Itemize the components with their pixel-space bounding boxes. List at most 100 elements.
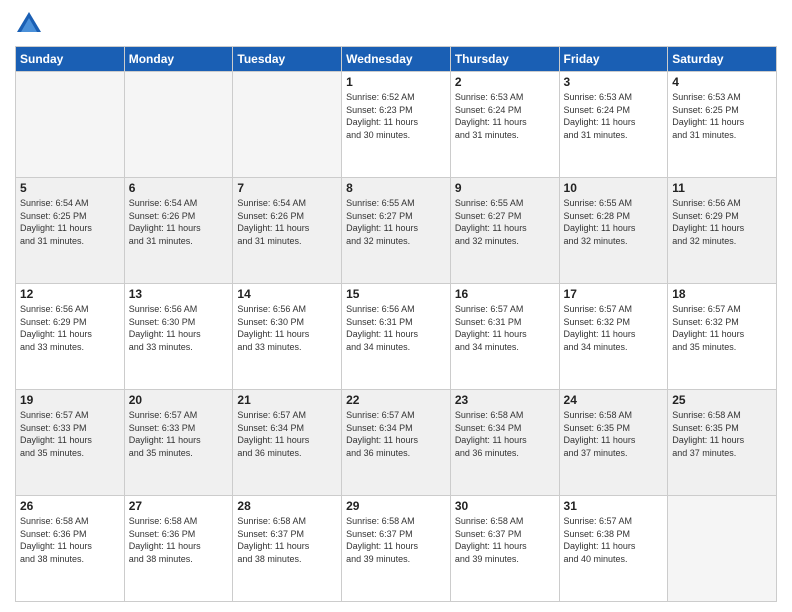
day-number: 12	[20, 287, 120, 301]
day-info: Sunrise: 6:53 AM Sunset: 6:24 PM Dayligh…	[564, 91, 664, 141]
calendar-cell: 25 Sunrise: 6:58 AM Sunset: 6:35 PM Dayli…	[668, 390, 777, 496]
calendar-cell: 7Sunrise: 6:54 AM Sunset: 6:26 PM Daylig…	[233, 178, 342, 284]
day-info: Sunrise: 6:53 AM Sunset: 6:25 PM Dayligh…	[672, 91, 772, 141]
day-number: 27	[129, 499, 229, 513]
day-number: 13	[129, 287, 229, 301]
day-number: 15	[346, 287, 446, 301]
day-info: Sunrise: 6:57 AM Sunset: 6:32 PM Dayligh…	[564, 303, 664, 353]
calendar-cell: 12 Sunrise: 6:56 AM Sunset: 6:29 PM Dayli…	[16, 284, 125, 390]
day-number: 18	[672, 287, 772, 301]
calendar-cell: 13Sunrise: 6:56 AM Sunset: 6:30 PM Dayli…	[124, 284, 233, 390]
day-info: Sunrise: 6:58 AM Sunset: 6:37 PM Dayligh…	[455, 515, 555, 565]
calendar-cell: 27 Sunrise: 6:58 AM Sunset: 6:36 PM Dayli…	[124, 496, 233, 602]
calendar-cell: 3 Sunrise: 6:53 AM Sunset: 6:24 PM Daylig…	[559, 72, 668, 178]
calendar-week-3: 19 Sunrise: 6:57 AM Sunset: 6:33 PM Dayli…	[16, 390, 777, 496]
calendar-header-wednesday: Wednesday	[342, 47, 451, 72]
calendar-cell: 24Sunrise: 6:58 AM Sunset: 6:35 PM Dayli…	[559, 390, 668, 496]
calendar-week-2: 12 Sunrise: 6:56 AM Sunset: 6:29 PM Dayli…	[16, 284, 777, 390]
calendar-cell: 1Sunrise: 6:52 AM Sunset: 6:23 PM Daylig…	[342, 72, 451, 178]
calendar-cell: 5 Sunrise: 6:54 AM Sunset: 6:25 PM Daylig…	[16, 178, 125, 284]
calendar-cell: 18 Sunrise: 6:57 AM Sunset: 6:32 PM Dayli…	[668, 284, 777, 390]
day-info: Sunrise: 6:57 AM Sunset: 6:38 PM Dayligh…	[564, 515, 664, 565]
logo-icon	[15, 10, 43, 38]
calendar-cell: 8Sunrise: 6:55 AM Sunset: 6:27 PM Daylig…	[342, 178, 451, 284]
day-info: Sunrise: 6:57 AM Sunset: 6:31 PM Dayligh…	[455, 303, 555, 353]
calendar-cell: 15 Sunrise: 6:56 AM Sunset: 6:31 PM Dayli…	[342, 284, 451, 390]
day-number: 25	[672, 393, 772, 407]
day-info: Sunrise: 6:57 AM Sunset: 6:33 PM Dayligh…	[20, 409, 120, 459]
day-number: 22	[346, 393, 446, 407]
calendar-cell	[233, 72, 342, 178]
day-number: 20	[129, 393, 229, 407]
day-info: Sunrise: 6:55 AM Sunset: 6:27 PM Dayligh…	[346, 197, 446, 247]
calendar-cell: 6 Sunrise: 6:54 AM Sunset: 6:26 PM Daylig…	[124, 178, 233, 284]
calendar-header-monday: Monday	[124, 47, 233, 72]
day-info: Sunrise: 6:58 AM Sunset: 6:35 PM Dayligh…	[564, 409, 664, 459]
calendar-cell	[124, 72, 233, 178]
day-info: Sunrise: 6:54 AM Sunset: 6:25 PM Dayligh…	[20, 197, 120, 247]
calendar-header-tuesday: Tuesday	[233, 47, 342, 72]
calendar-cell	[16, 72, 125, 178]
day-number: 29	[346, 499, 446, 513]
day-number: 2	[455, 75, 555, 89]
day-info: Sunrise: 6:57 AM Sunset: 6:32 PM Dayligh…	[672, 303, 772, 353]
day-number: 6	[129, 181, 229, 195]
calendar-cell: 29 Sunrise: 6:58 AM Sunset: 6:37 PM Dayli…	[342, 496, 451, 602]
day-number: 28	[237, 499, 337, 513]
calendar-header-saturday: Saturday	[668, 47, 777, 72]
day-info: Sunrise: 6:54 AM Sunset: 6:26 PM Dayligh…	[237, 197, 337, 247]
day-number: 19	[20, 393, 120, 407]
day-number: 11	[672, 181, 772, 195]
calendar-header-friday: Friday	[559, 47, 668, 72]
calendar-header-row: SundayMondayTuesdayWednesdayThursdayFrid…	[16, 47, 777, 72]
day-number: 30	[455, 499, 555, 513]
calendar-week-4: 26 Sunrise: 6:58 AM Sunset: 6:36 PM Dayli…	[16, 496, 777, 602]
calendar-cell: 26 Sunrise: 6:58 AM Sunset: 6:36 PM Dayli…	[16, 496, 125, 602]
calendar-cell: 11Sunrise: 6:56 AM Sunset: 6:29 PM Dayli…	[668, 178, 777, 284]
calendar-cell: 14 Sunrise: 6:56 AM Sunset: 6:30 PM Dayli…	[233, 284, 342, 390]
day-number: 23	[455, 393, 555, 407]
calendar-week-1: 5 Sunrise: 6:54 AM Sunset: 6:25 PM Daylig…	[16, 178, 777, 284]
calendar-header-sunday: Sunday	[16, 47, 125, 72]
calendar-cell	[668, 496, 777, 602]
day-info: Sunrise: 6:56 AM Sunset: 6:30 PM Dayligh…	[237, 303, 337, 353]
calendar-cell: 16 Sunrise: 6:57 AM Sunset: 6:31 PM Dayli…	[450, 284, 559, 390]
calendar-cell: 30 Sunrise: 6:58 AM Sunset: 6:37 PM Dayli…	[450, 496, 559, 602]
calendar-cell: 20Sunrise: 6:57 AM Sunset: 6:33 PM Dayli…	[124, 390, 233, 496]
calendar-cell: 9Sunrise: 6:55 AM Sunset: 6:27 PM Daylig…	[450, 178, 559, 284]
day-info: Sunrise: 6:54 AM Sunset: 6:26 PM Dayligh…	[129, 197, 229, 247]
calendar-cell: 4 Sunrise: 6:53 AM Sunset: 6:25 PM Daylig…	[668, 72, 777, 178]
day-number: 5	[20, 181, 120, 195]
day-info: Sunrise: 6:56 AM Sunset: 6:31 PM Dayligh…	[346, 303, 446, 353]
calendar-header-thursday: Thursday	[450, 47, 559, 72]
day-info: Sunrise: 6:58 AM Sunset: 6:36 PM Dayligh…	[20, 515, 120, 565]
day-info: Sunrise: 6:58 AM Sunset: 6:37 PM Dayligh…	[346, 515, 446, 565]
day-number: 14	[237, 287, 337, 301]
day-info: Sunrise: 6:58 AM Sunset: 6:36 PM Dayligh…	[129, 515, 229, 565]
day-number: 31	[564, 499, 664, 513]
day-number: 1	[346, 75, 446, 89]
calendar-cell: 19 Sunrise: 6:57 AM Sunset: 6:33 PM Dayli…	[16, 390, 125, 496]
day-info: Sunrise: 6:58 AM Sunset: 6:34 PM Dayligh…	[455, 409, 555, 459]
day-number: 21	[237, 393, 337, 407]
day-info: Sunrise: 6:57 AM Sunset: 6:34 PM Dayligh…	[346, 409, 446, 459]
page: SundayMondayTuesdayWednesdayThursdayFrid…	[0, 0, 792, 612]
day-info: Sunrise: 6:55 AM Sunset: 6:27 PM Dayligh…	[455, 197, 555, 247]
calendar-week-0: 1Sunrise: 6:52 AM Sunset: 6:23 PM Daylig…	[16, 72, 777, 178]
day-number: 10	[564, 181, 664, 195]
day-number: 16	[455, 287, 555, 301]
day-info: Sunrise: 6:55 AM Sunset: 6:28 PM Dayligh…	[564, 197, 664, 247]
calendar-table: SundayMondayTuesdayWednesdayThursdayFrid…	[15, 46, 777, 602]
day-number: 4	[672, 75, 772, 89]
day-info: Sunrise: 6:53 AM Sunset: 6:24 PM Dayligh…	[455, 91, 555, 141]
day-number: 17	[564, 287, 664, 301]
day-info: Sunrise: 6:56 AM Sunset: 6:29 PM Dayligh…	[20, 303, 120, 353]
header	[15, 10, 777, 38]
day-info: Sunrise: 6:58 AM Sunset: 6:35 PM Dayligh…	[672, 409, 772, 459]
day-number: 3	[564, 75, 664, 89]
calendar-cell: 10 Sunrise: 6:55 AM Sunset: 6:28 PM Dayli…	[559, 178, 668, 284]
day-number: 26	[20, 499, 120, 513]
calendar-cell: 21Sunrise: 6:57 AM Sunset: 6:34 PM Dayli…	[233, 390, 342, 496]
calendar-cell: 22 Sunrise: 6:57 AM Sunset: 6:34 PM Dayli…	[342, 390, 451, 496]
calendar-cell: 2 Sunrise: 6:53 AM Sunset: 6:24 PM Daylig…	[450, 72, 559, 178]
